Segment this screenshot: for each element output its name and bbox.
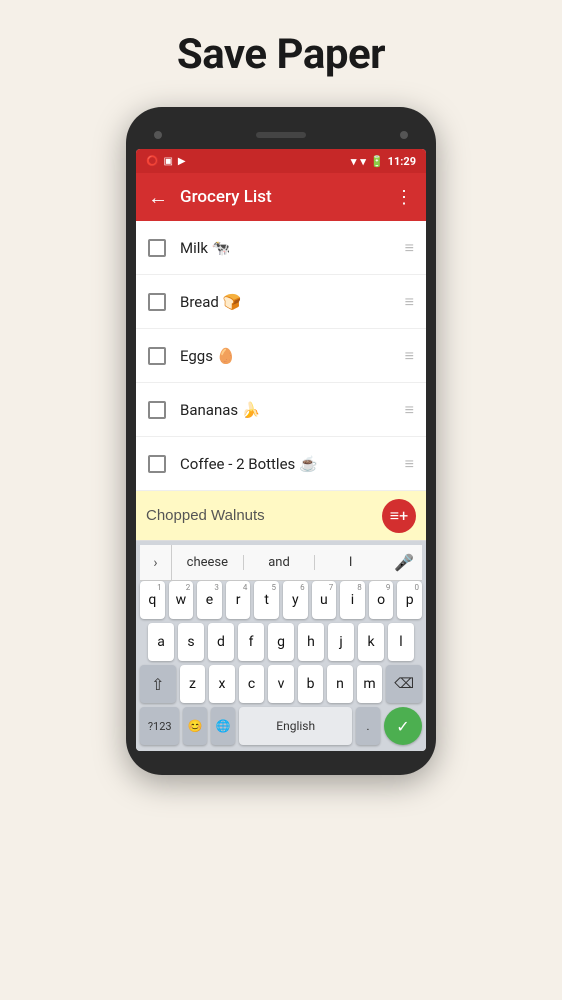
period-key[interactable]: . [356,707,380,745]
item-label-eggs: Eggs 🥚 [180,347,405,365]
mic-button[interactable]: 🎤 [386,545,422,581]
list-item: Bread 🍞 ≡ [136,275,426,329]
new-item-input-row: ≡+ [136,491,426,541]
key-row-3: ⇧ z x c v b n m ⌫ [140,665,422,703]
key-i[interactable]: 8i [340,581,365,619]
status-left-icons: ⭕ ▣ ▶ [146,156,186,167]
shift-key[interactable]: ⇧ [140,665,176,703]
add-item-button[interactable]: ≡+ [382,499,416,533]
drag-handle-bananas[interactable]: ≡ [405,402,414,418]
suggestions-expand-button[interactable]: › [140,545,172,581]
key-k[interactable]: k [358,623,384,661]
globe-key[interactable]: 🌐 [211,707,235,745]
checkbox-coffee[interactable] [148,455,166,473]
list-item: Milk 🐄 ≡ [136,221,426,275]
sim-icon: ▣ [163,156,172,167]
key-z[interactable]: z [180,665,206,703]
checkbox-milk[interactable] [148,239,166,257]
checkbox-bread[interactable] [148,293,166,311]
comma-key[interactable]: 😊 [183,707,207,745]
list-item: Bananas 🍌 ≡ [136,383,426,437]
checkbox-eggs[interactable] [148,347,166,365]
key-u[interactable]: 7u [312,581,337,619]
key-p[interactable]: 0p [397,581,422,619]
phone-sensor [400,131,408,139]
signal-icon: ▾ [360,155,366,168]
phone-device: ⭕ ▣ ▶ ▾ ▾ 🔋 11:29 ← Grocery List ⋮ Milk … [126,107,436,775]
circle-icon: ⭕ [146,156,158,167]
list-item: Eggs 🥚 ≡ [136,329,426,383]
suggestions-bar: › cheese and I 🎤 [140,545,422,581]
key-f[interactable]: f [238,623,264,661]
key-g[interactable]: g [268,623,294,661]
new-item-input[interactable] [146,507,382,524]
back-button[interactable]: ← [148,185,168,210]
phone-bottom-bar [136,751,426,761]
suggestion-items: cheese and I [172,555,386,570]
key-t[interactable]: 5t [254,581,279,619]
phone-camera [154,131,162,139]
key-q[interactable]: 1q [140,581,165,619]
phone-speaker [256,132,306,138]
item-label-coffee: Coffee - 2 Bottles ☕ [180,455,405,473]
wifi-icon: ▾ [351,155,357,168]
key-a[interactable]: a [148,623,174,661]
page-title: Save Paper [177,30,385,79]
status-time: 11:29 [388,155,416,168]
key-j[interactable]: j [328,623,354,661]
key-row-2: a s d f g h j k l [140,623,422,661]
key-x[interactable]: x [209,665,235,703]
numbers-key[interactable]: ?123 [140,707,179,745]
play-icon: ▶ [178,156,186,167]
drag-handle-coffee[interactable]: ≡ [405,456,414,472]
more-options-button[interactable]: ⋮ [395,187,414,208]
drag-handle-bread[interactable]: ≡ [405,294,414,310]
delete-key[interactable]: ⌫ [386,665,422,703]
drag-handle-milk[interactable]: ≡ [405,240,414,256]
key-s[interactable]: s [178,623,204,661]
key-w[interactable]: 2w [169,581,194,619]
key-v[interactable]: v [268,665,294,703]
done-key[interactable]: ✓ [384,707,422,745]
suggestion-and[interactable]: and [244,555,316,570]
key-n[interactable]: n [327,665,353,703]
key-y[interactable]: 6y [283,581,308,619]
battery-icon: 🔋 [370,155,384,168]
phone-screen: ⭕ ▣ ▶ ▾ ▾ 🔋 11:29 ← Grocery List ⋮ Milk … [136,149,426,751]
key-row-4: ?123 😊 🌐 English . ✓ [140,707,422,745]
key-b[interactable]: b [298,665,324,703]
key-l[interactable]: l [388,623,414,661]
item-label-bread: Bread 🍞 [180,293,405,311]
key-e[interactable]: 3e [197,581,222,619]
status-right-icons: ▾ ▾ 🔋 11:29 [351,155,416,168]
suggestion-I[interactable]: I [315,555,386,570]
checkbox-bananas[interactable] [148,401,166,419]
key-row-1: 1q 2w 3e 4r 5t 6y 7u 8i 9o 0p [140,581,422,619]
keyboard: › cheese and I 🎤 1q 2w 3e 4r 5t 6y 7u 8i… [136,541,426,751]
phone-top-bar [136,121,426,149]
key-h[interactable]: h [298,623,324,661]
app-bar: ← Grocery List ⋮ [136,173,426,221]
list-item: Coffee - 2 Bottles ☕ ≡ [136,437,426,491]
suggestion-cheese[interactable]: cheese [172,555,244,570]
item-label-bananas: Bananas 🍌 [180,401,405,419]
add-list-icon: ≡+ [390,506,408,526]
key-d[interactable]: d [208,623,234,661]
key-r[interactable]: 4r [226,581,251,619]
key-m[interactable]: m [357,665,383,703]
item-label-milk: Milk 🐄 [180,239,405,257]
space-key[interactable]: English [239,707,352,745]
key-c[interactable]: c [239,665,265,703]
grocery-list: Milk 🐄 ≡ Bread 🍞 ≡ Eggs 🥚 ≡ Bananas 🍌 ≡ [136,221,426,491]
key-o[interactable]: 9o [369,581,394,619]
drag-handle-eggs[interactable]: ≡ [405,348,414,364]
app-bar-title: Grocery List [180,187,395,207]
status-bar: ⭕ ▣ ▶ ▾ ▾ 🔋 11:29 [136,149,426,173]
